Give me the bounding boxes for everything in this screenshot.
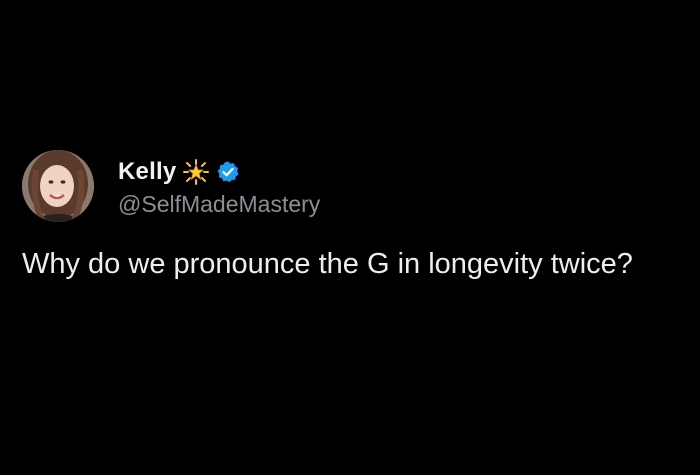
avatar-image bbox=[22, 150, 94, 222]
tweet-card: Kelly @SelfMadeMastery Why do we pronoun… bbox=[22, 150, 682, 284]
author-handle[interactable]: @SelfMadeMastery bbox=[118, 191, 320, 218]
display-name[interactable]: Kelly bbox=[118, 158, 176, 186]
name-row: Kelly bbox=[118, 155, 320, 189]
verified-badge-icon[interactable] bbox=[216, 160, 240, 184]
author-names: Kelly @SelfMadeMastery bbox=[118, 155, 320, 218]
glowing-star-icon bbox=[182, 158, 210, 186]
tweet-header: Kelly @SelfMadeMastery bbox=[22, 150, 682, 222]
tweet-text: Why do we pronounce the G in longevity t… bbox=[22, 248, 633, 280]
avatar[interactable] bbox=[22, 150, 94, 222]
